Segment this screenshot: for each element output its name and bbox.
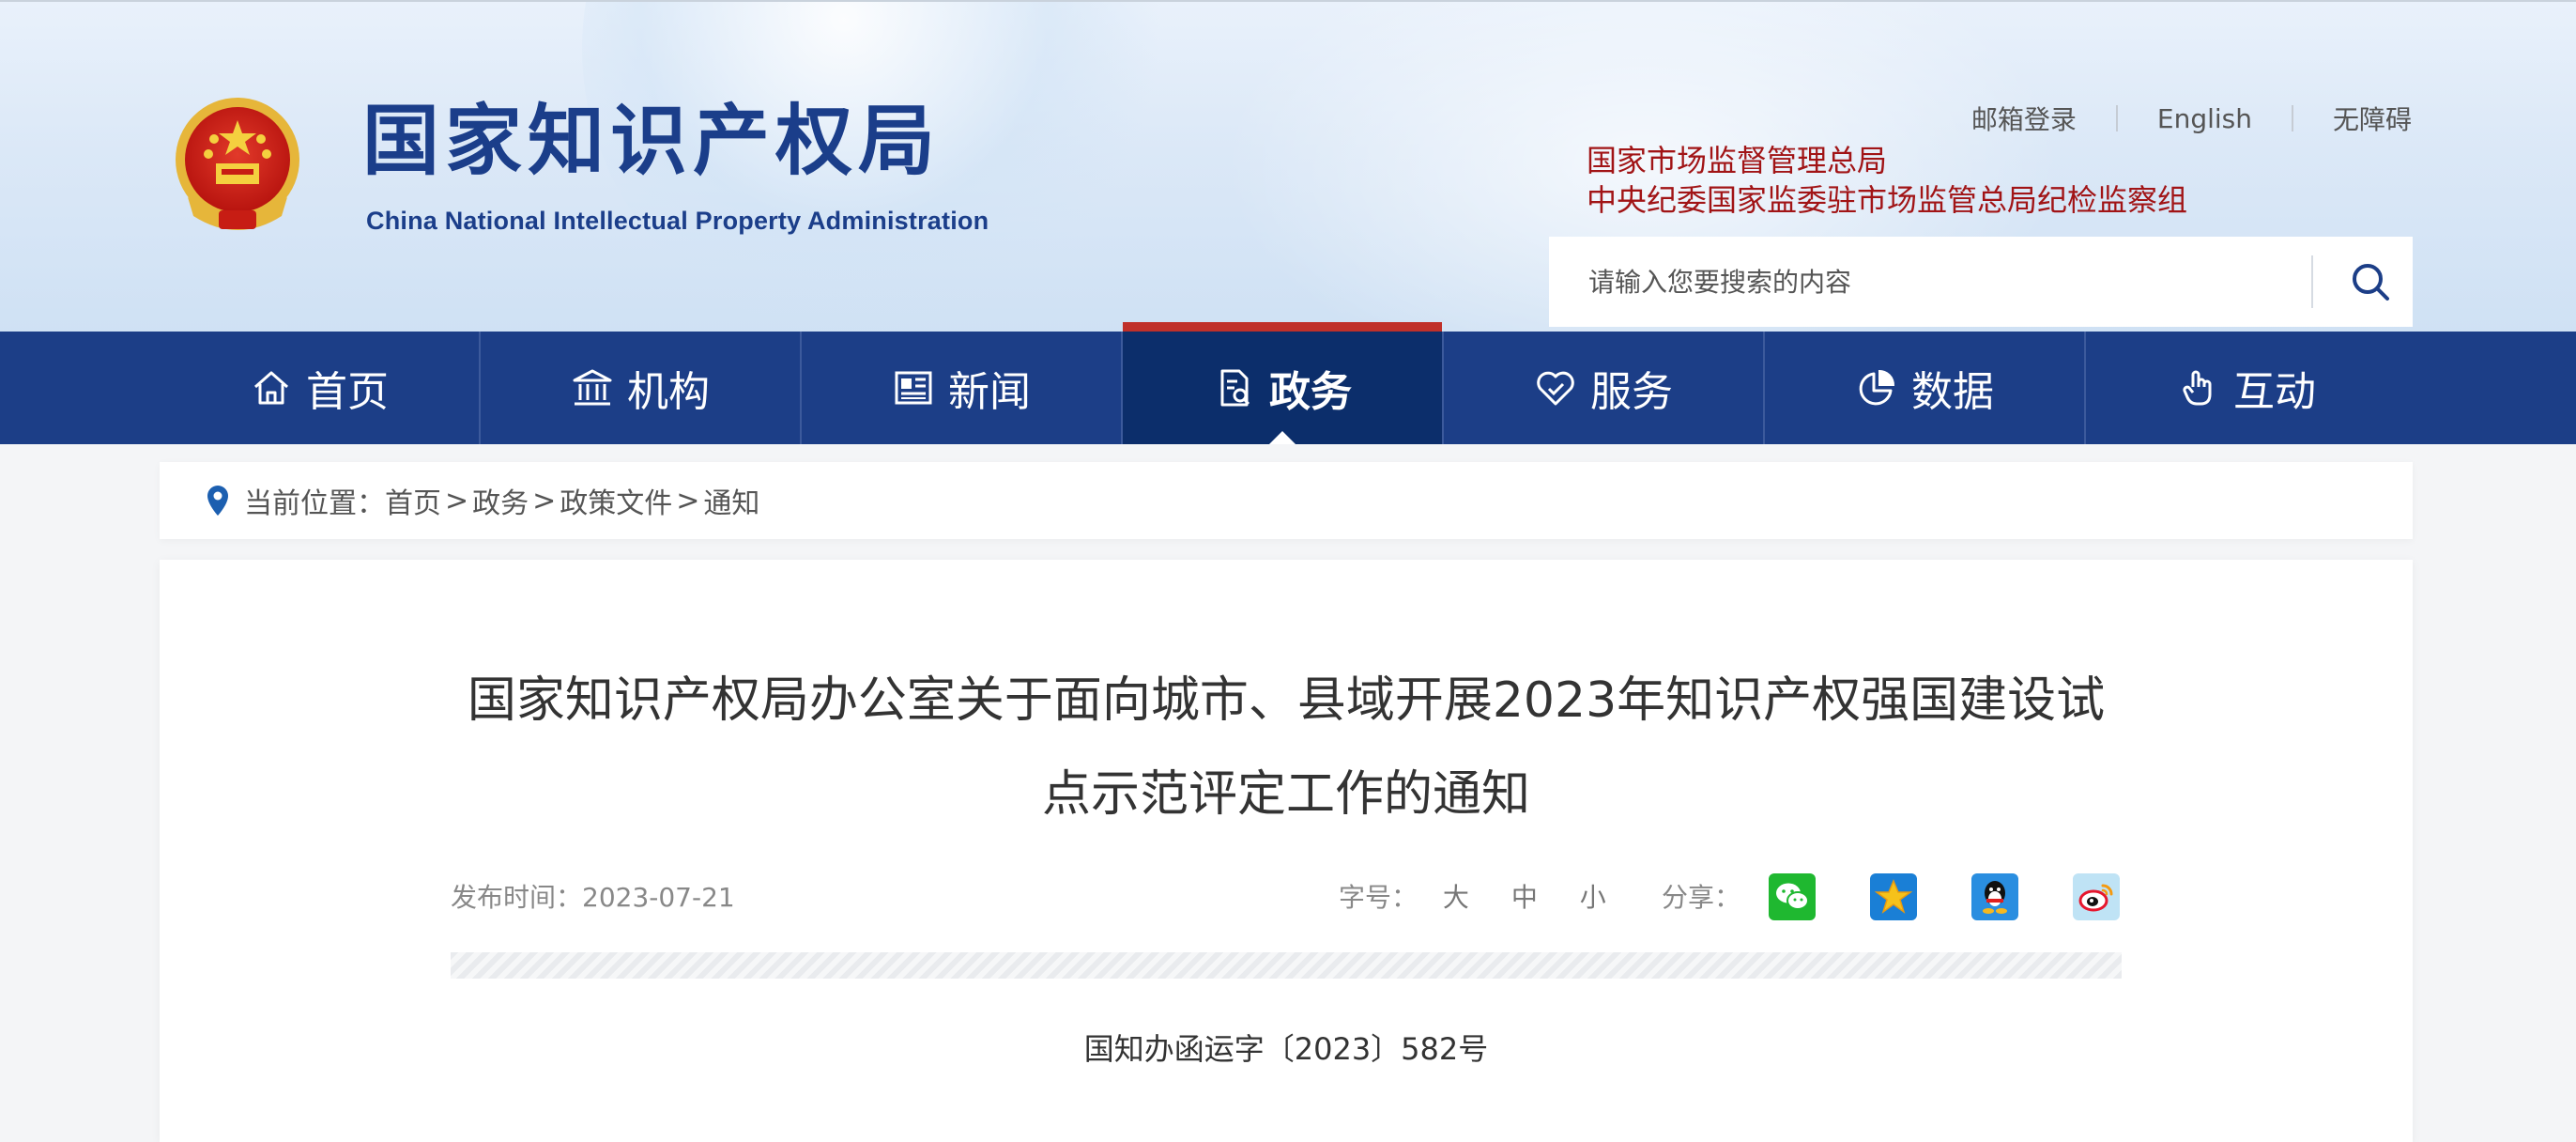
breadcrumb-home[interactable]: 首页 (385, 480, 441, 521)
breadcrumb-prefix: 当前位置： (244, 487, 385, 520)
interaction-icon (2183, 370, 2212, 406)
breadcrumb-policy-docs[interactable]: 政策文件 (560, 480, 672, 521)
site-logo-en[interactable]: China National Intellectual Property Adm… (366, 207, 989, 236)
weibo-icon (2078, 884, 2113, 912)
nav-label: 首页 (306, 368, 389, 416)
article-container: 国家知识产权局办公室关于面向城市、县域开展2023年知识产权强国建设试 点示范评… (160, 560, 2413, 1142)
nav-label: 政务 (1269, 368, 1352, 416)
share-weibo-button[interactable] (2073, 873, 2120, 920)
search-input[interactable] (1587, 253, 2323, 311)
site-logo-cn[interactable]: 国家知识产权局 (362, 103, 941, 180)
nav-item-interaction[interactable]: 互动 (2086, 332, 2407, 444)
nav-item-institution[interactable]: 机构 (481, 332, 802, 444)
news-icon (895, 371, 932, 405)
publish-date: 发布时间：2023-07-21 (451, 882, 735, 913)
document-number: 国知办函运字〔2023〕582号 (1083, 1031, 1489, 1067)
nav-item-affairs[interactable]: 政务 (1123, 322, 1444, 444)
nav-item-home[interactable]: 首页 (160, 332, 481, 444)
breadcrumb-affairs[interactable]: 政务 (472, 480, 529, 521)
article-title: 国家知识产权局办公室关于面向城市、县域开展2023年知识产权强国建设试 点示范评… (160, 654, 2413, 841)
font-size-large[interactable]: 大 (1443, 882, 1469, 913)
location-pin-icon (207, 486, 228, 516)
nav-label: 新闻 (948, 368, 1031, 416)
article-title-line: 国家知识产权局办公室关于面向城市、县域开展2023年知识产权强国建设试 (467, 672, 2106, 729)
search-icon (2353, 264, 2389, 301)
search-box (1549, 237, 2413, 327)
nav-label: 机构 (627, 368, 710, 416)
qzone-icon (1875, 879, 1912, 914)
nav-label: 互动 (2233, 368, 2316, 416)
home-icon (254, 371, 288, 405)
service-icon (1537, 371, 1574, 406)
nav-item-data[interactable]: 数据 (1765, 332, 2086, 444)
national-emblem-icon (176, 98, 299, 230)
affiliation-discipline-link[interactable]: 中央纪委国家监委驻市场监管总局纪检监察组 (1587, 180, 2187, 220)
qq-icon (1983, 881, 2007, 914)
mail-login-link[interactable]: 邮箱登录 (1971, 100, 2077, 137)
affiliations: 国家市场监督管理总局 中央纪委国家监委驻市场监管总局纪检监察组 (1587, 141, 2187, 220)
accessibility-link[interactable]: 无障碍 (2333, 100, 2412, 137)
font-size-medium[interactable]: 中 (1511, 882, 1538, 913)
font-size-small[interactable]: 小 (1580, 882, 1606, 913)
share-qzone-button[interactable] (1870, 873, 1917, 920)
font-size-label: 字号： (1339, 882, 1418, 913)
main-nav: 首页 机构 新闻 政务 服务 数据 互动 (0, 322, 2576, 444)
affairs-icon (1220, 369, 1250, 407)
data-pie-icon (1859, 369, 1895, 406)
breadcrumb-separator: > (532, 484, 557, 517)
breadcrumb-notice[interactable]: 通知 (703, 480, 759, 521)
search-divider (2311, 255, 2313, 308)
link-divider (2115, 105, 2118, 131)
breadcrumb-separator: > (676, 484, 700, 517)
english-link[interactable]: English (2157, 103, 2252, 134)
nav-label: 服务 (1590, 368, 1673, 416)
font-size-controls: 字号： 大 中 小 (1339, 879, 1606, 917)
search-button[interactable] (2328, 237, 2413, 327)
share-wechat-button[interactable] (1769, 873, 1816, 920)
title-divider-stripe (451, 952, 2122, 979)
wechat-icon (1776, 883, 1809, 910)
article-meta: 发布时间：2023-07-21 字号： 大 中 小 分享： (451, 873, 2122, 935)
link-divider (2291, 105, 2293, 131)
share-controls: 分享： (1662, 879, 1740, 917)
header-banner: 国家知识产权局 China National Intellectual Prop… (0, 0, 2576, 333)
nav-label: 数据 (1911, 368, 1994, 416)
breadcrumb-separator: > (445, 484, 469, 517)
top-links: 邮箱登录 English 无障碍 (1971, 100, 2412, 137)
affiliation-samr-link[interactable]: 国家市场监督管理总局 (1587, 141, 2187, 180)
share-label: 分享： (1662, 882, 1741, 913)
article-title-line: 点示范评定工作的通知 (1041, 766, 1530, 823)
breadcrumb: 当前位置： 首页 > 政务 > 政策文件 > 通知 (160, 462, 2413, 539)
share-qq-button[interactable] (1971, 873, 2018, 920)
nav-item-news[interactable]: 新闻 (802, 332, 1123, 444)
institution-icon (573, 369, 612, 406)
nav-item-service[interactable]: 服务 (1444, 332, 1765, 444)
